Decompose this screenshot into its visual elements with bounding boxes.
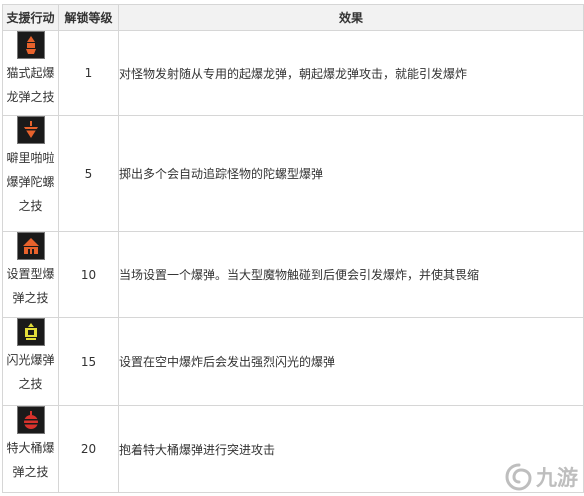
header-effect: 效果 (118, 4, 584, 31)
table-row: 设置型爆弹之技 10 当场设置一个爆弹。当大型魔物触碰到后便会引发爆炸，并使其畏… (2, 231, 584, 318)
skill-name-cell: 闪光爆弹之技 (2, 317, 59, 406)
support-action-table: 支援行动 解锁等级 效果 猫式起爆龙弹之技 1 对怪物发射随从专用的起爆龙弹，朝… (2, 4, 584, 493)
skill-effect: 掷出多个会自动追踪怪物的陀螺型爆弹 (118, 115, 584, 232)
unlock-level: 15 (58, 317, 119, 406)
table-header-row: 支援行动 解锁等级 效果 (2, 4, 584, 31)
skill-name-cell: 猫式起爆龙弹之技 (2, 30, 59, 116)
skill-name-cell: 设置型爆弹之技 (2, 231, 59, 318)
skill-name-cell: 噼里啪啦爆弹陀螺之技 (2, 115, 59, 232)
unlock-level: 10 (58, 231, 119, 318)
table-row: 猫式起爆龙弹之技 1 对怪物发射随从专用的起爆龙弹，朝起爆龙弹攻击，就能引发爆炸 (2, 30, 584, 116)
table-row: 闪光爆弹之技 15 设置在空中爆炸后会发出强烈闪光的爆弹 (2, 317, 584, 406)
flash-bomb-icon (16, 318, 45, 346)
skill-name: 设置型爆弹之技 (6, 267, 55, 305)
unlock-level: 20 (58, 405, 119, 493)
skill-effect: 设置在空中爆炸后会发出强烈闪光的爆弹 (118, 317, 584, 406)
watermark-text: 九游 (536, 466, 578, 490)
swirl-logo-icon (505, 463, 532, 491)
barrel-bomb-icon (16, 406, 45, 434)
skill-name: 闪光爆弹之技 (6, 353, 55, 391)
skill-effect: 对怪物发射随从专用的起爆龙弹，朝起爆龙弹攻击，就能引发爆炸 (118, 30, 584, 116)
placed-bomb-icon (16, 232, 45, 260)
table-row: 特大桶爆弹之技 20 抱着特大桶爆弹进行突进攻击 (2, 405, 584, 493)
header-action: 支援行动 (2, 4, 59, 31)
skill-name: 特大桶爆弹之技 (6, 441, 55, 479)
spinning-top-bomb-icon (16, 116, 45, 144)
skill-effect: 当场设置一个爆弹。当大型魔物触碰到后便会引发爆炸，并使其畏缩 (118, 231, 584, 318)
header-level: 解锁等级 (58, 4, 119, 31)
watermark: 九游 (504, 462, 578, 492)
unlock-level: 1 (58, 30, 119, 116)
skill-name: 噼里啪啦爆弹陀螺之技 (6, 151, 55, 213)
skill-name-cell: 特大桶爆弹之技 (2, 405, 59, 493)
skill-name: 猫式起爆龙弹之技 (6, 66, 55, 104)
table-row: 噼里啪啦爆弹陀螺之技 5 掷出多个会自动追踪怪物的陀螺型爆弹 (2, 115, 584, 232)
bomb-launcher-icon (16, 31, 45, 59)
unlock-level: 5 (58, 115, 119, 232)
